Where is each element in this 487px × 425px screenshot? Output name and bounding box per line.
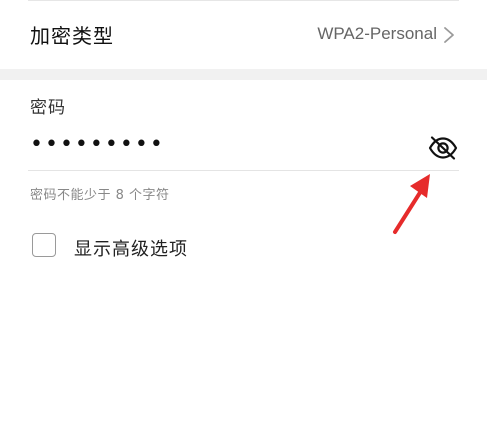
encryption-type-label: 加密类型 — [30, 24, 114, 48]
chevron-right-icon — [444, 27, 454, 43]
encryption-type-row[interactable]: 加密类型 WPA2-Personal — [0, 0, 487, 69]
advanced-options-checkbox[interactable] — [32, 233, 56, 257]
eye-toggle-icon[interactable] — [427, 135, 459, 161]
password-label: 密码 — [30, 98, 66, 118]
encryption-type-value: WPA2-Personal — [317, 24, 437, 43]
wifi-settings-screen: 加密类型 WPA2-Personal 密码 ••••••••• 密码不能少于 8… — [0, 0, 487, 425]
password-hint: 密码不能少于 8 个字符 — [30, 188, 170, 203]
password-input-value[interactable]: ••••••••• — [30, 134, 165, 156]
annotation-arrow-icon — [393, 174, 430, 234]
section-separator — [0, 69, 487, 80]
advanced-options-label: 显示高级选项 — [74, 239, 188, 260]
